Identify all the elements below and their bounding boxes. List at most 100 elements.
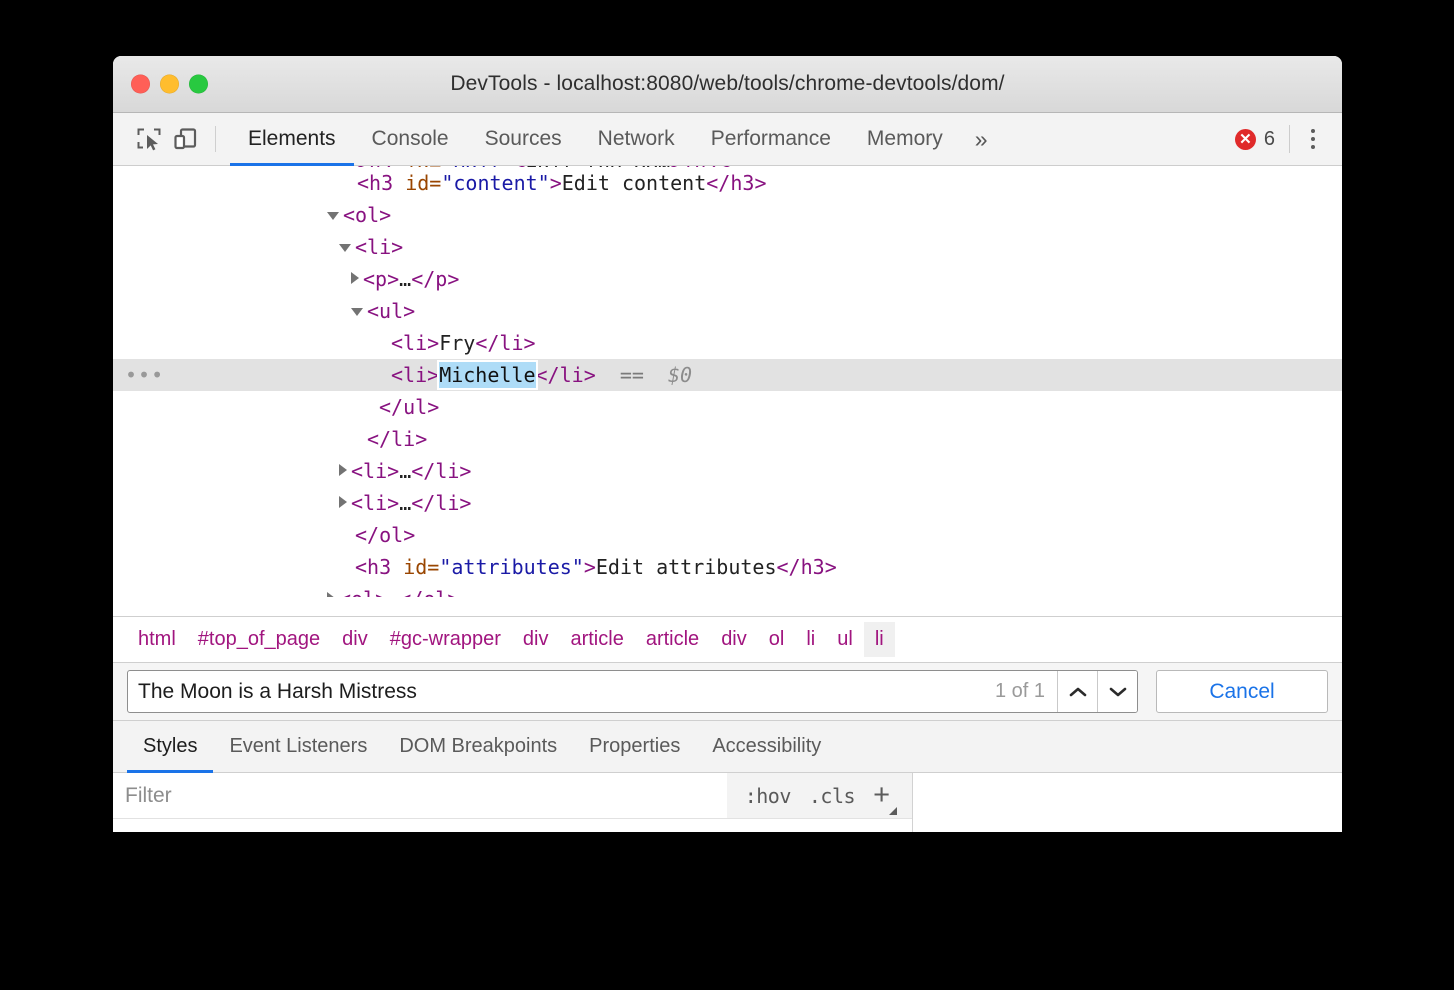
kebab-menu-icon[interactable] <box>1296 122 1330 156</box>
dom-token: ol <box>355 203 380 227</box>
breadcrumb-item[interactable]: html <box>127 622 187 657</box>
twisty-expanded-icon[interactable] <box>351 308 363 316</box>
dom-tree-row[interactable]: ••• <li>Michelle</li> == $0 <box>113 359 1342 391</box>
kebab-dot <box>1311 129 1315 133</box>
tab-styles[interactable]: Styles <box>127 721 214 773</box>
dom-tree-row[interactable]: </ul> <box>113 391 1342 423</box>
breadcrumb-item[interactable]: #top_of_page <box>187 622 331 657</box>
dom-token: … <box>387 587 399 597</box>
dom-token: = <box>429 171 442 195</box>
tab-performance[interactable]: Performance <box>693 113 849 165</box>
dom-token: </ <box>379 395 404 419</box>
search-input[interactable] <box>128 679 995 704</box>
search-prev-button[interactable] <box>1057 671 1097 712</box>
toolbar-divider-right <box>1289 125 1290 153</box>
dom-token <box>391 555 403 579</box>
breadcrumb-item[interactable]: article <box>635 622 710 657</box>
dom-token: > <box>549 171 562 195</box>
dom-token: > <box>387 491 400 515</box>
dom-token: $0 <box>668 363 693 387</box>
error-count-badge[interactable]: ✕ 6 <box>1234 128 1289 151</box>
minimize-window-button[interactable] <box>160 74 179 94</box>
dom-token: li <box>499 331 524 355</box>
dom-tree-row[interactable]: <li>Fry</li> <box>113 327 1342 359</box>
breadcrumb-item[interactable]: li <box>863 622 895 657</box>
dom-tree-row[interactable]: <li>…</li> <box>113 455 1342 487</box>
dom-token: </ <box>411 459 436 483</box>
inspect-element-icon[interactable] <box>131 121 167 157</box>
dom-token: == <box>595 363 668 387</box>
dom-tree-row[interactable]: <h3 id="attributes">Edit attributes</h3> <box>113 551 1342 583</box>
tab-network[interactable]: Network <box>580 113 693 165</box>
kebab-dot <box>1311 145 1315 149</box>
dom-row-content: </li> <box>351 423 427 455</box>
dom-tree-row[interactable]: </li> <box>113 423 1342 455</box>
dom-tree-panel[interactable]: <h2 id="edit">Edit the DOM</h2><h3 id="c… <box>113 166 1342 616</box>
dom-tree-row[interactable]: <li>…</li> <box>113 487 1342 519</box>
twisty-collapsed-icon[interactable] <box>327 592 335 597</box>
expand-ellipsis-marker[interactable]: ••• <box>125 359 164 391</box>
dom-token: h3 <box>367 555 392 579</box>
search-next-button[interactable] <box>1097 671 1137 712</box>
dom-tree-row[interactable]: <ol> <box>113 199 1342 231</box>
dom-tree-row[interactable]: <li> <box>113 231 1342 263</box>
dom-tree-row[interactable]: <p>…</p> <box>113 263 1342 295</box>
twisty-collapsed-icon[interactable] <box>339 464 347 476</box>
cls-button[interactable]: .cls <box>809 784 856 808</box>
toolbar-right-group: ✕ 6 <box>1234 122 1330 156</box>
breadcrumb-item[interactable]: li <box>795 622 826 657</box>
tab-accessibility[interactable]: Accessibility <box>696 721 837 772</box>
dom-tree-row[interactable]: <ul> <box>113 295 1342 327</box>
twisty-collapsed-icon[interactable] <box>351 272 359 284</box>
device-toolbar-icon[interactable] <box>167 121 203 157</box>
dom-token: li <box>435 459 460 483</box>
more-tabs-icon[interactable]: » <box>961 126 999 153</box>
styles-filter-input[interactable] <box>113 783 727 808</box>
dom-token: < <box>351 491 364 515</box>
dom-token: Edit attributes <box>595 555 777 579</box>
dom-token: < <box>391 363 404 387</box>
window-title: DevTools - localhost:8080/web/tools/chro… <box>450 72 1005 95</box>
breadcrumb-item[interactable]: div <box>710 622 758 657</box>
dom-token: < <box>355 235 368 259</box>
dom-tree-row[interactable]: </ol> <box>113 519 1342 551</box>
breadcrumb-item[interactable]: #gc-wrapper <box>379 622 512 657</box>
twisty-expanded-icon[interactable] <box>327 212 339 220</box>
window-titlebar: DevTools - localhost:8080/web/tools/chro… <box>113 56 1342 113</box>
dom-token: > <box>427 363 440 387</box>
tab-event-listeners[interactable]: Event Listeners <box>213 721 383 772</box>
maximize-window-button[interactable] <box>189 74 208 94</box>
breadcrumb: html #top_of_page div #gc-wrapper div article… <box>113 616 1342 662</box>
breadcrumb-item[interactable]: ul <box>826 622 864 657</box>
hov-button[interactable]: :hov <box>745 784 792 808</box>
tab-sources[interactable]: Sources <box>467 113 580 165</box>
styles-rules-body[interactable] <box>113 819 912 832</box>
new-style-rule-button[interactable]: + <box>873 781 897 815</box>
tab-memory[interactable]: Memory <box>849 113 961 165</box>
cancel-button[interactable]: Cancel <box>1156 670 1328 713</box>
dom-token: > <box>447 267 460 291</box>
dom-token: > <box>403 523 416 547</box>
tab-elements[interactable]: Elements <box>230 113 354 166</box>
close-window-button[interactable] <box>131 74 150 94</box>
breadcrumb-item[interactable]: ol <box>758 622 796 657</box>
dom-token: h3 <box>800 555 825 579</box>
dom-row-content: <ul> <box>351 295 415 327</box>
dom-tree-row[interactable]: <ol>…</ol> <box>113 583 1342 597</box>
dom-token: h3 <box>369 171 394 195</box>
dom-token: li <box>367 235 392 259</box>
tab-properties[interactable]: Properties <box>573 721 696 772</box>
tab-dom-breakpoints[interactable]: DOM Breakpoints <box>383 721 573 772</box>
breadcrumb-item[interactable]: article <box>559 622 634 657</box>
twisty-collapsed-icon[interactable] <box>339 496 347 508</box>
breadcrumb-item[interactable]: div <box>512 622 560 657</box>
breadcrumb-item[interactable]: div <box>331 622 379 657</box>
tab-console[interactable]: Console <box>354 113 467 165</box>
chevron-down-icon <box>1109 687 1126 696</box>
dom-token: > <box>459 491 472 515</box>
dom-tree-row[interactable]: <h3 id="content">Edit content</h3> <box>113 167 1342 199</box>
dom-token: > <box>824 555 837 579</box>
dom-token[interactable]: Michelle <box>437 360 538 390</box>
dom-token: < <box>357 171 370 195</box>
twisty-expanded-icon[interactable] <box>339 244 351 252</box>
